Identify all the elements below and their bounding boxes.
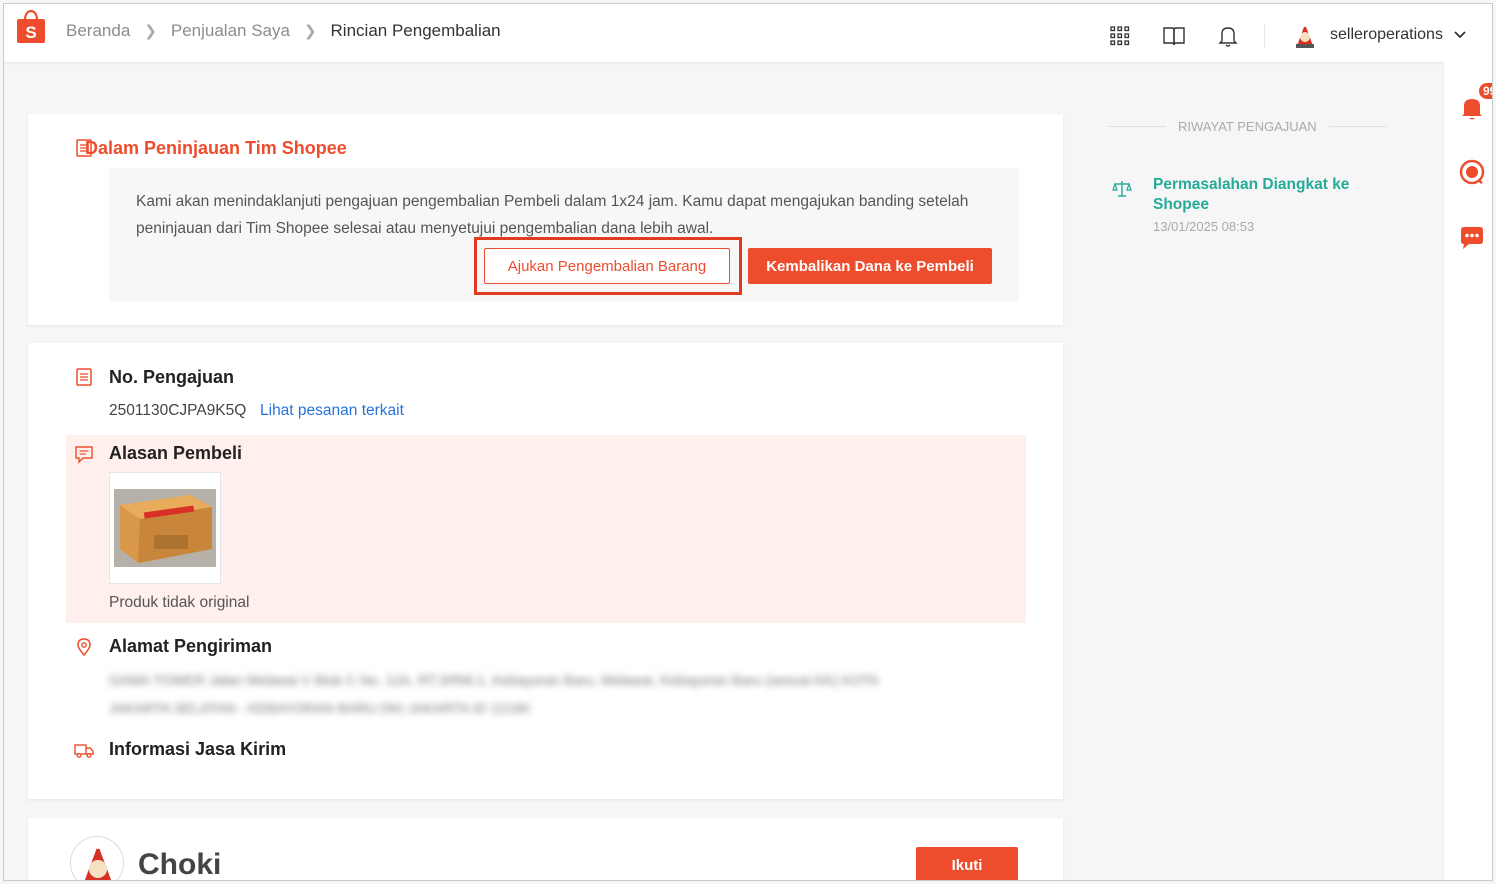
buyer-reason-text: Produk tidak original [109, 594, 250, 611]
shipping-info-title: Informasi Jasa Kirim [109, 739, 287, 759]
breadcrumb-sales[interactable]: Penjualan Saya [171, 21, 290, 41]
highlight-annotation [474, 237, 742, 295]
bell-icon[interactable] [1216, 24, 1240, 48]
shop-mascot-icon [84, 843, 112, 880]
refund-buyer-button[interactable]: Kembalikan Dana ke Pembeli [748, 248, 992, 284]
top-header: S Beranda ❯ Penjualan Saya ❯ Rincian Pen… [4, 4, 1492, 62]
support-rail-button[interactable] [1458, 158, 1486, 186]
history-title: RIWAYAT PENGAJUAN [1166, 119, 1329, 134]
follow-button[interactable]: Ikuti [916, 847, 1018, 880]
chat-icon [1461, 227, 1483, 249]
evidence-thumbnail[interactable] [109, 472, 221, 584]
view-related-order-link[interactable]: Lihat pesanan terkait [260, 402, 404, 420]
history-item-date: 13/01/2025 08:53 [1153, 219, 1255, 234]
breadcrumb-home[interactable]: Beranda [66, 21, 130, 41]
request-number-title: No. Pengajuan [109, 367, 235, 387]
avatar [1291, 21, 1319, 49]
address-line-2: JAKARTA SELATAN - KEBAYORAN BARU DKI JAK… [109, 700, 530, 716]
message-icon [75, 446, 93, 464]
buyer-reason-title: Alasan Pembeli [109, 443, 243, 463]
chat-rail-button[interactable] [1458, 224, 1486, 252]
shop-name: Choki [138, 848, 222, 881]
location-pin-icon [77, 638, 91, 657]
app-frame: S Beranda ❯ Penjualan Saya ❯ Rincian Pen… [3, 3, 1493, 881]
notification-badge: 99+ [1478, 82, 1492, 100]
chevron-right-icon: ❯ [303, 23, 317, 40]
notification-rail-button[interactable]: 99+ [1458, 82, 1492, 122]
right-rail: 99+ [1443, 62, 1492, 880]
chevron-right-icon: ❯ [144, 23, 157, 40]
status-description: Kami akan menindaklanjuti pengajuan peng… [136, 193, 969, 237]
document-icon [76, 368, 92, 386]
history-item-title: Permasalahan Diangkat ke Shopee [1153, 176, 1350, 213]
svg-text:S: S [25, 23, 36, 42]
username: selleroperations [1330, 26, 1443, 43]
header-divider [1264, 24, 1265, 48]
breadcrumb: Beranda ❯ Penjualan Saya ❯ Rincian Penge… [66, 21, 501, 41]
request-number-value: 2501130CJPA9K5Q [109, 402, 247, 419]
truck-icon [74, 744, 94, 758]
package-photo [114, 489, 216, 567]
shipping-address-title: Alamat Pengiriman [109, 636, 273, 656]
chevron-down-icon [1454, 31, 1466, 39]
apps-grid-icon[interactable] [1108, 24, 1132, 48]
header-icons [1108, 24, 1270, 48]
headset-icon [1459, 159, 1485, 185]
book-icon[interactable] [1162, 24, 1186, 48]
breadcrumb-current: Rincian Pengembalian [330, 21, 501, 40]
address-line-1: GAMA TOWER Jalan Melawai V Blok C No. 12… [109, 672, 879, 688]
shop-avatar[interactable] [70, 836, 124, 880]
shopee-logo-icon[interactable]: S [16, 10, 46, 44]
scale-icon [1112, 181, 1132, 197]
user-menu[interactable]: selleroperations [1290, 20, 1467, 50]
status-title: Dalam Peninjauan Tim Shopee [85, 138, 347, 158]
